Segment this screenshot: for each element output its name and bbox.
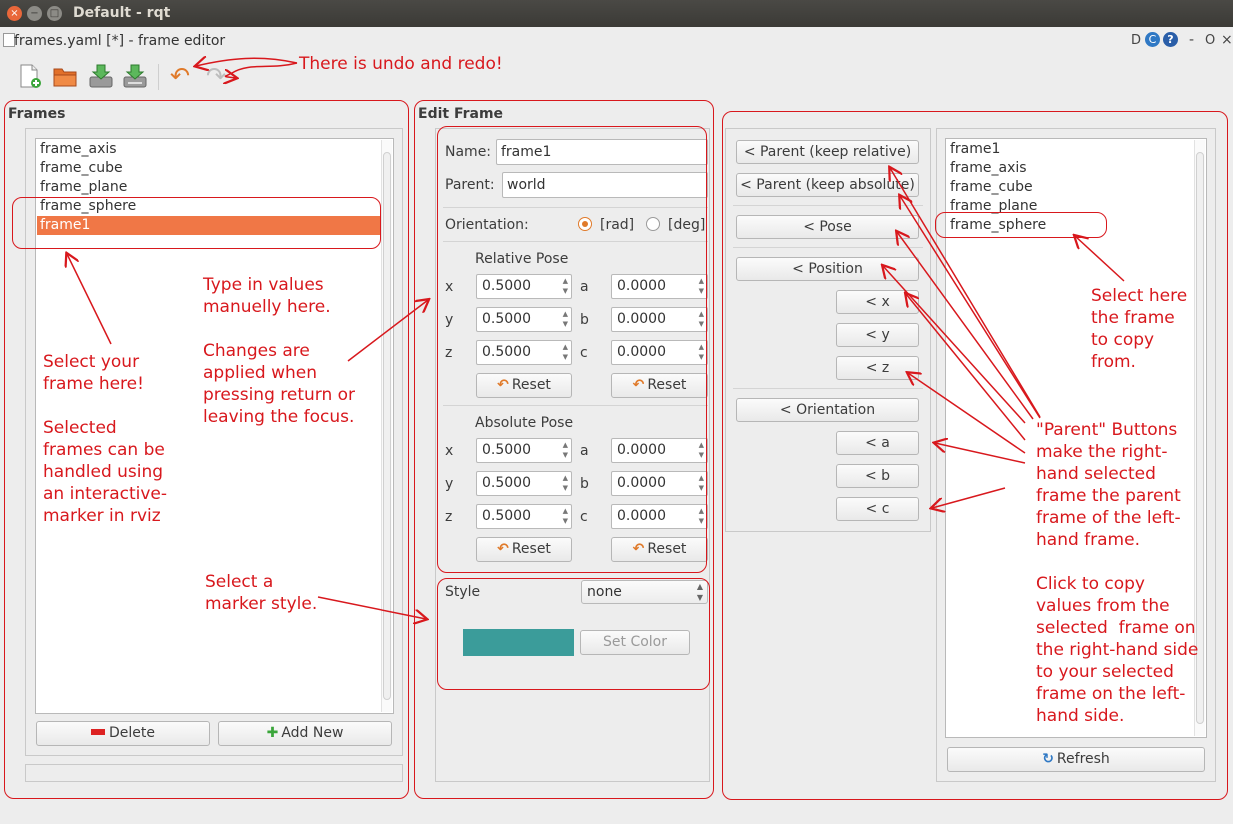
annotation-box-values xyxy=(437,126,707,573)
window-titlebar xyxy=(0,0,1233,27)
annotation-box-source-selection xyxy=(935,212,1107,238)
annotation-select-copy: Select here the frame to copy from. xyxy=(1091,286,1188,372)
plugin-float-button[interactable]: O xyxy=(1205,33,1215,48)
plugin-d-button[interactable]: D xyxy=(1131,33,1141,48)
window-minimize-button[interactable]: − xyxy=(27,6,42,21)
window-title: Default - rqt xyxy=(73,5,171,21)
annotation-box-style xyxy=(437,578,710,690)
toolbar-separator xyxy=(158,64,159,90)
save-as-icon[interactable] xyxy=(122,63,148,89)
plugin-close-button[interactable]: × xyxy=(1221,32,1233,48)
undo-icon[interactable]: ↶ xyxy=(170,63,196,89)
window-maximize-button[interactable]: □ xyxy=(47,6,62,21)
annotation-marker-style: Select a marker style. xyxy=(205,572,318,614)
plugin-minimize-button[interactable]: - xyxy=(1189,32,1194,48)
annotation-type-values: Type in values manuelly here. Changes ar… xyxy=(203,275,356,427)
annotation-box-selection xyxy=(12,197,381,249)
save-icon[interactable] xyxy=(88,63,114,89)
annotation-undo-redo: There is undo and redo! xyxy=(299,54,503,74)
open-folder-icon[interactable] xyxy=(52,63,78,89)
redo-icon[interactable]: ↷ xyxy=(206,63,232,89)
annotation-select-frame: Select your frame here! Selected frames … xyxy=(43,352,168,526)
annotation-parent-buttons: "Parent" Buttons make the right- hand se… xyxy=(1036,420,1199,726)
arrow-undo-redo xyxy=(225,62,298,78)
plugin-help-icon[interactable]: ? xyxy=(1163,32,1178,47)
new-file-icon[interactable] xyxy=(16,63,42,89)
plugin-title: frames.yaml [*] - frame editor xyxy=(14,33,226,49)
plugin-reload-icon[interactable]: C xyxy=(1145,32,1160,47)
window-close-button[interactable]: × xyxy=(7,6,22,21)
